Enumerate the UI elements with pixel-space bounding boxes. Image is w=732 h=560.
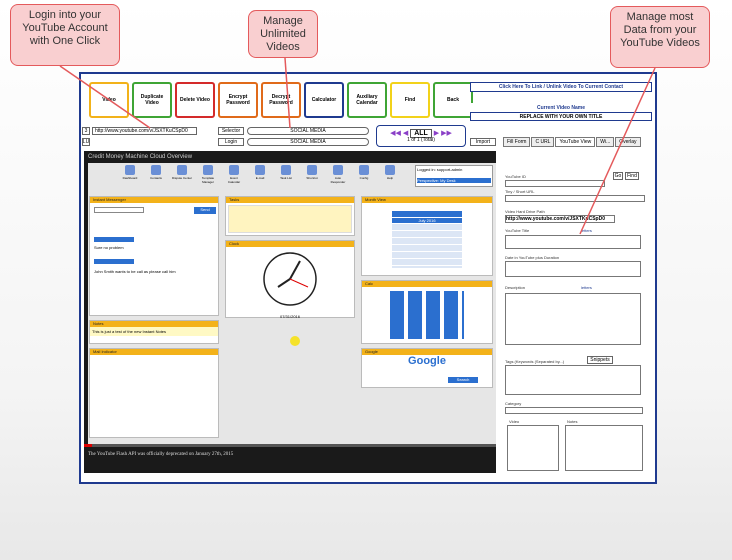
- callout-pointers: [59, 57, 656, 235]
